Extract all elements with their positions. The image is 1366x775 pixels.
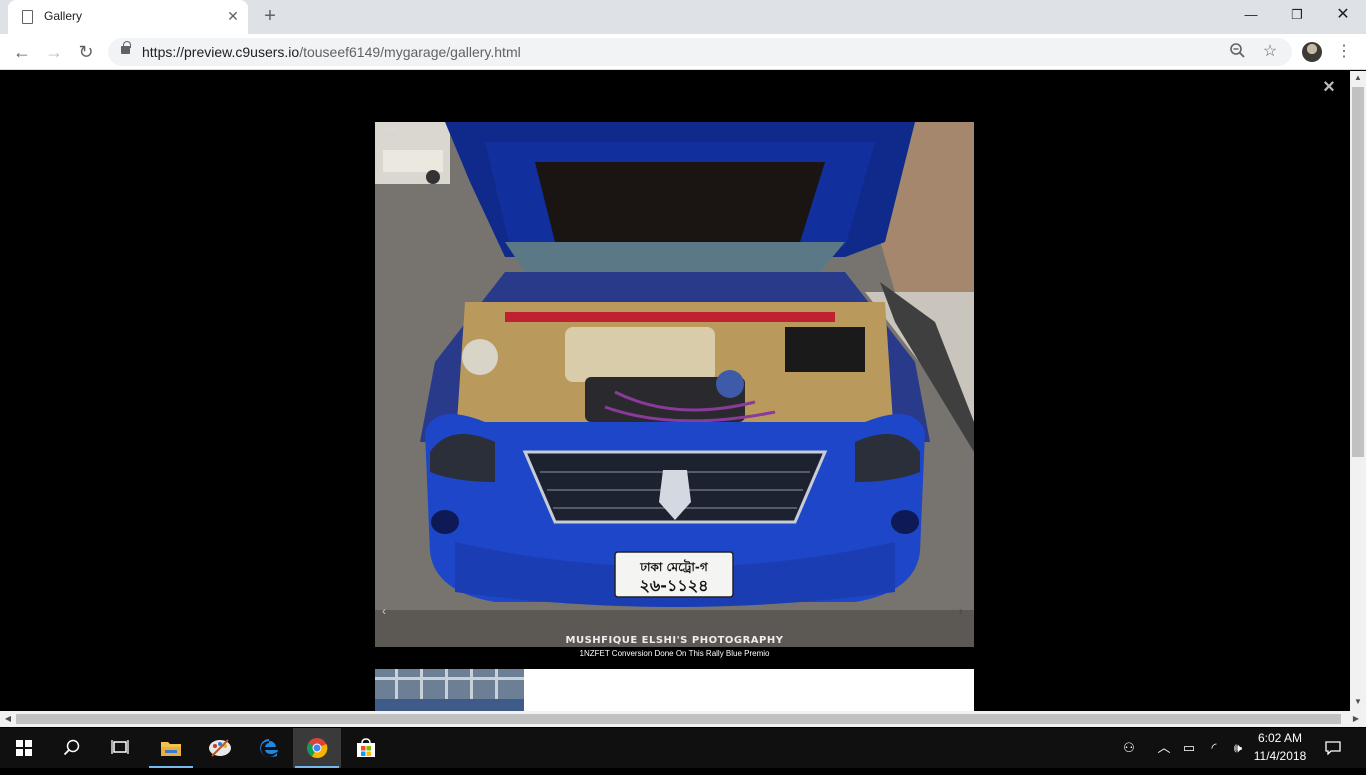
star-icon[interactable]: ☆	[1260, 41, 1280, 61]
new-tab-plus-icon[interactable]: +	[259, 4, 281, 28]
lightbox-close-icon[interactable]: ×	[1319, 77, 1339, 97]
tab-gallery[interactable]: Gallery ✕	[8, 0, 248, 34]
gallery-photo: ঢাকা মেট্রো-গ ২৬-১১২৪ 3 / 4 ‹ › MUSHFIQU…	[375, 122, 974, 647]
edge-icon[interactable]	[245, 728, 293, 768]
paint-app-icon[interactable]	[196, 728, 244, 768]
page-icon	[22, 10, 33, 24]
wifi-icon[interactable]: ◜	[1202, 728, 1226, 768]
zoom-icon[interactable]	[1228, 42, 1248, 62]
scroll-up-icon[interactable]: ▲	[1350, 73, 1366, 82]
vertical-scroll-thumb[interactable]	[1352, 87, 1364, 457]
menu-icon[interactable]: ⋮	[1334, 40, 1354, 64]
reload-icon[interactable]: ↻	[72, 39, 100, 65]
page-viewport: × ঢাকা মেট্রো-গ ২৬-১১২৪ 3 / 4 ‹ › MUSHFI…	[0, 71, 1350, 711]
photo-watermark: MUSHFIQUE ELSHI'S PHOTOGRAPHY	[565, 635, 784, 646]
plate-line1: ঢাকা মেট্রো-গ	[639, 559, 709, 574]
car-engine-photo: ঢাকা মেট্রো-গ ২৬-১১২৪	[375, 122, 974, 647]
url-path: /touseef6149/mygarage/gallery.html	[299, 44, 521, 60]
notifications-icon[interactable]	[1321, 728, 1345, 768]
tab-close-icon[interactable]: ✕	[225, 7, 241, 25]
tab-title: Gallery	[44, 9, 83, 23]
chrome-icon[interactable]	[293, 728, 341, 768]
taskbar: ⚇ ︿ ▭ ◜ 🕪 6:02 AM 11/4/2018	[0, 728, 1366, 768]
show-hidden-icons-icon[interactable]: ︿	[1152, 728, 1176, 768]
tab-strip: Gallery ✕ + — ❐ ✕	[0, 0, 1366, 34]
clock-time[interactable]: 6:02 AM	[1250, 731, 1310, 745]
scroll-right-icon[interactable]: ▶	[1348, 714, 1364, 723]
restore-icon[interactable]: ❐	[1274, 0, 1320, 30]
horizontal-scrollbar[interactable]: ◀ ▶	[0, 711, 1366, 727]
window-close-icon[interactable]: ✕	[1320, 0, 1366, 30]
battery-icon[interactable]: ▭	[1177, 728, 1201, 768]
url-host: https://preview.c9users.io	[142, 44, 300, 60]
forward-icon[interactable]: →	[40, 39, 68, 65]
people-icon[interactable]: ⚇	[1117, 728, 1141, 768]
horizontal-scroll-thumb[interactable]	[16, 714, 1341, 724]
scroll-down-icon[interactable]: ▼	[1350, 697, 1366, 706]
slide-counter: 3 / 4	[382, 126, 396, 133]
task-view-icon[interactable]	[96, 728, 144, 768]
url-text[interactable]: https://preview.c9users.io/touseef6149/m…	[142, 44, 521, 60]
back-icon[interactable]: ←	[8, 39, 36, 65]
avatar[interactable]	[1302, 42, 1322, 62]
volume-icon[interactable]: 🕪	[1226, 728, 1250, 768]
windows-icon[interactable]	[0, 728, 48, 768]
clock-date[interactable]: 11/4/2018	[1250, 749, 1310, 763]
store-icon[interactable]	[342, 728, 390, 768]
browser-toolbar: ← → ↻ https://preview.c9users.io/touseef…	[0, 34, 1366, 70]
minimize-icon[interactable]: —	[1228, 0, 1274, 30]
search-icon[interactable]	[48, 728, 96, 768]
file-explorer-icon[interactable]	[147, 728, 195, 768]
lock-icon[interactable]	[121, 41, 131, 54]
scroll-left-icon[interactable]: ◀	[0, 714, 16, 723]
plate-line2: ২৬-১১২৪	[640, 576, 709, 595]
thumbnail-strip	[375, 669, 974, 711]
prev-arrow-icon[interactable]: ‹	[382, 604, 386, 618]
next-arrow-icon[interactable]: ›	[959, 604, 963, 618]
address-bar[interactable]: https://preview.c9users.io/touseef6149/m…	[108, 38, 1292, 66]
photo-caption: 1NZFET Conversion Done On This Rally Blu…	[579, 649, 770, 658]
vertical-scrollbar[interactable]: ▲ ▼	[1350, 71, 1366, 711]
thumbnail-1[interactable]	[375, 669, 524, 711]
thumbnail-building-image	[375, 669, 524, 711]
